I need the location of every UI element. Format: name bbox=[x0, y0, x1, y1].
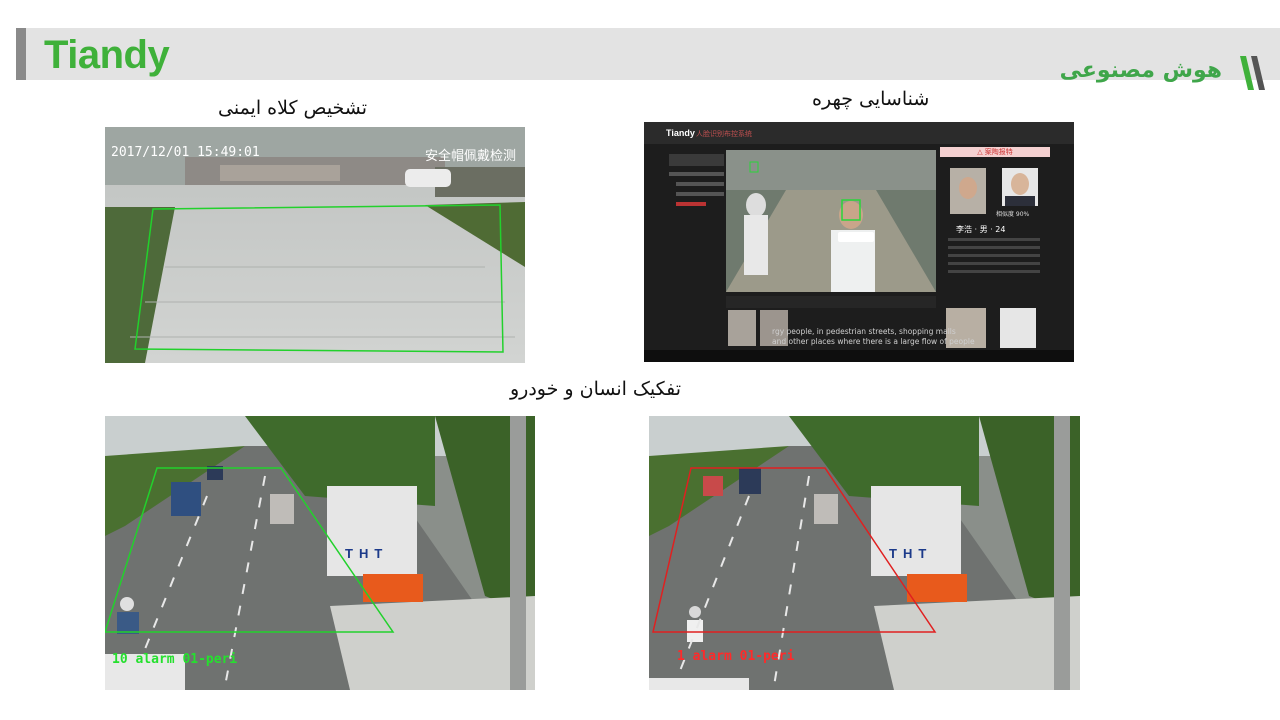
caption-human-vehicle: تفکیک انسان و خودرو bbox=[510, 378, 682, 400]
left-alarm-overlay: 10 alarm 01-peri bbox=[112, 652, 238, 667]
helmet-timestamp: 2017/12/01 15:49:01 bbox=[111, 145, 260, 160]
person-info: 李浩 · 男 · 24 bbox=[956, 225, 1006, 234]
tree-search-box[interactable] bbox=[669, 154, 724, 166]
tree-item-selected[interactable] bbox=[676, 202, 706, 206]
app-title: 人脸识别布控系统 bbox=[696, 130, 752, 138]
alert-banner: △ 案陶报特 bbox=[940, 147, 1050, 157]
left-building-sign: THT bbox=[345, 546, 389, 561]
stats-bar bbox=[726, 296, 936, 308]
caption-face-recognition: شناسایی چهره bbox=[812, 88, 930, 110]
tiandy-logo: Tiandy bbox=[44, 33, 170, 77]
road-scene-left bbox=[105, 416, 535, 690]
slash-accent-icon bbox=[1240, 56, 1265, 90]
windows-taskbar bbox=[644, 350, 1074, 362]
video-subtitle-line1: rgy people, in pedestrian streets, shopp… bbox=[772, 327, 956, 336]
similarity-score: 相似度 90% bbox=[996, 211, 1030, 218]
app-logo: Tiandy bbox=[666, 128, 695, 138]
section-title: هوش مصنوعی bbox=[1059, 58, 1222, 83]
helmet-overlay-label: 安全帽佩戴检测 bbox=[425, 149, 517, 164]
vehicle-detection-right-image: 1 alarm 01-peri THT bbox=[649, 416, 1080, 690]
vehicle-detection-left-image: 10 alarm 01-peri THT bbox=[105, 416, 535, 690]
tree-item[interactable] bbox=[676, 192, 724, 196]
face-video-feed bbox=[726, 150, 936, 292]
right-building-sign: THT bbox=[889, 546, 933, 561]
tree-item[interactable] bbox=[669, 172, 724, 176]
tree-item[interactable] bbox=[676, 182, 724, 186]
header-accent-bar bbox=[16, 28, 26, 80]
person-details bbox=[948, 238, 1040, 288]
face-recognition-image: Tiandy 人脸识别布控系统 △ 案陶报特 相似度 90% 李浩 · 男 · … bbox=[644, 122, 1074, 362]
helmet-detection-image: 2017/12/01 15:49:01 安全帽佩戴检测 bbox=[105, 127, 525, 363]
right-alarm-overlay: 1 alarm 01-peri bbox=[677, 649, 795, 664]
video-subtitle-line2: and other places where there is a large … bbox=[772, 337, 975, 346]
caption-helmet-detection: تشخیص کلاه ایمنی bbox=[218, 97, 368, 119]
